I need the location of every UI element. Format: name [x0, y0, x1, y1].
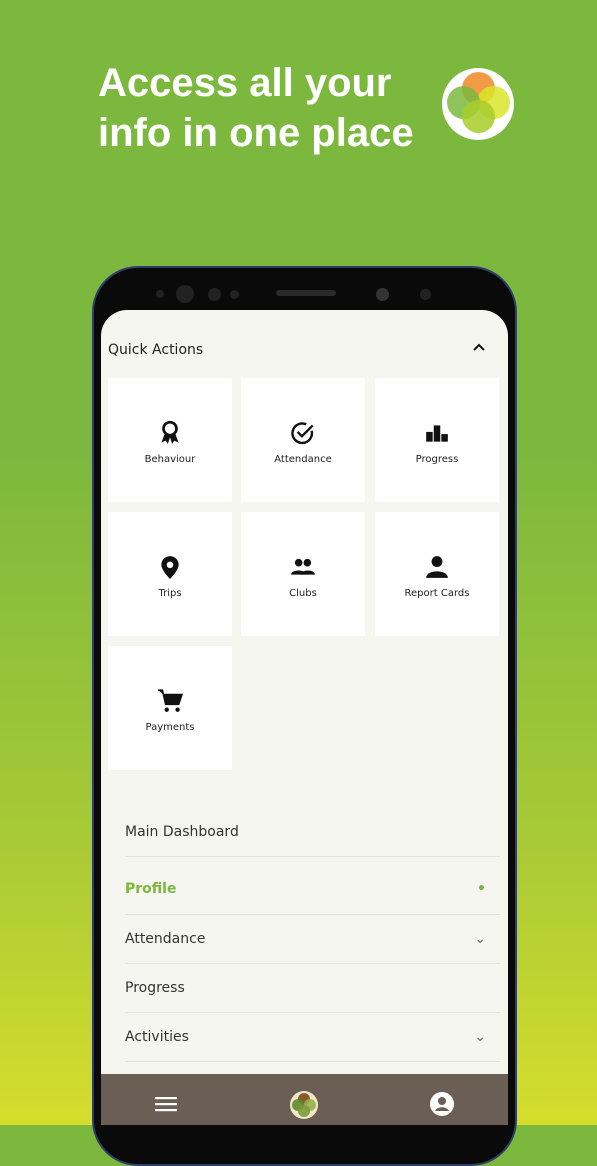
menu-icon[interactable] [155, 1096, 177, 1112]
tile-label: Progress [415, 453, 459, 465]
person-icon [426, 555, 448, 578]
tile-label: Payments [145, 721, 195, 733]
menu-label: Main Dashboard [125, 824, 239, 840]
cart-icon [158, 688, 183, 712]
headline: Access all your info in one place [98, 61, 414, 155]
app-logo [442, 68, 514, 140]
tile-payments[interactable]: Payments [108, 646, 232, 770]
menu-item-profile[interactable]: Profile • [125, 863, 500, 915]
award-icon [161, 420, 179, 444]
account-icon[interactable] [430, 1092, 454, 1116]
menu-label: Progress [125, 980, 185, 996]
tile-label: Behaviour [144, 453, 196, 465]
menu-label: Profile [125, 880, 177, 897]
people-icon [291, 558, 315, 575]
chevron-down-icon[interactable]: ⌄ [474, 931, 486, 947]
app-screen: Quick Actions Behaviour Attendance Progr… [101, 310, 508, 1125]
menu-label: Attendance [125, 931, 206, 947]
menu-item-progress[interactable]: Progress [125, 964, 500, 1013]
active-dot-icon: • [477, 880, 486, 897]
chevron-up-icon[interactable] [472, 340, 486, 356]
home-logo-icon[interactable] [289, 1090, 319, 1120]
tile-progress[interactable]: Progress [375, 378, 499, 502]
tile-behaviour[interactable]: Behaviour [108, 378, 232, 502]
menu-item-main-dashboard[interactable]: Main Dashboard [125, 808, 500, 857]
tile-attendance[interactable]: Attendance [241, 378, 365, 502]
menu-item-activities[interactable]: Activities ⌄ [125, 1013, 500, 1062]
tile-trips[interactable]: Trips [108, 512, 232, 636]
chevron-down-icon[interactable]: ⌄ [474, 1029, 486, 1045]
tile-report-cards[interactable]: Report Cards [375, 512, 499, 636]
menu-label: Activities [125, 1029, 189, 1045]
tile-clubs[interactable]: Clubs [241, 512, 365, 636]
tile-label: Trips [158, 587, 182, 599]
menu-item-attendance[interactable]: Attendance ⌄ [125, 915, 500, 964]
quick-actions-title: Quick Actions [108, 342, 204, 358]
podium-icon [426, 424, 448, 442]
bottom-nav-bar [101, 1074, 508, 1125]
check-circle-icon [291, 421, 314, 444]
tile-label: Report Cards [404, 587, 470, 599]
location-pin-icon [161, 555, 179, 579]
tile-label: Attendance [274, 453, 332, 465]
tile-label: Clubs [289, 587, 317, 599]
